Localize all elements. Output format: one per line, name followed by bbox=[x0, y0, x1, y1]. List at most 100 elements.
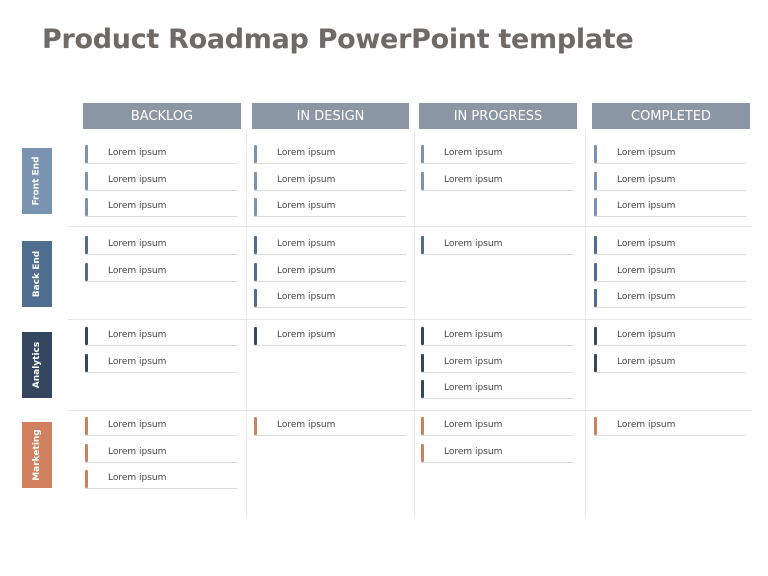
task-marker bbox=[254, 145, 257, 163]
task-marker bbox=[254, 417, 257, 435]
task-text: Lorem ipsum bbox=[277, 292, 336, 302]
task-item[interactable]: Lorem ipsum bbox=[254, 417, 406, 436]
task-marker bbox=[85, 236, 88, 254]
task-marker bbox=[85, 171, 88, 190]
task-marker bbox=[85, 417, 88, 435]
task-marker bbox=[421, 443, 424, 462]
row-divider bbox=[68, 410, 752, 411]
row-divider bbox=[68, 226, 752, 227]
task-item[interactable]: Lorem ipsum bbox=[594, 327, 746, 346]
task-marker bbox=[594, 236, 597, 254]
task-item[interactable]: Lorem ipsum bbox=[85, 171, 237, 191]
task-item[interactable]: Lorem ipsum bbox=[421, 443, 573, 463]
column-divider bbox=[246, 129, 247, 517]
task-text: Lorem ipsum bbox=[617, 239, 676, 249]
task-item[interactable]: Lorem ipsum bbox=[85, 262, 237, 282]
task-text: Lorem ipsum bbox=[108, 265, 167, 276]
task-item[interactable]: Lorem ipsum bbox=[594, 198, 746, 217]
task-text: Lorem ipsum bbox=[617, 330, 676, 340]
row-divider bbox=[68, 319, 752, 320]
task-marker bbox=[85, 262, 88, 281]
task-marker bbox=[254, 198, 257, 216]
task-marker bbox=[85, 470, 88, 488]
task-item[interactable]: Lorem ipsum bbox=[594, 289, 746, 308]
row-label-text: Analytics bbox=[32, 341, 43, 389]
task-marker bbox=[594, 145, 597, 163]
task-item[interactable]: Lorem ipsum bbox=[594, 262, 746, 282]
task-text: Lorem ipsum bbox=[277, 330, 336, 340]
task-text: Lorem ipsum bbox=[617, 356, 676, 367]
task-item[interactable]: Lorem ipsum bbox=[85, 327, 237, 346]
task-item[interactable]: Lorem ipsum bbox=[85, 417, 237, 436]
task-text: Lorem ipsum bbox=[277, 174, 336, 185]
task-item[interactable]: Lorem ipsum bbox=[254, 262, 406, 282]
task-item[interactable]: Lorem ipsum bbox=[421, 327, 573, 346]
task-marker bbox=[85, 353, 88, 372]
task-text: Lorem ipsum bbox=[617, 148, 676, 158]
task-item[interactable]: Lorem ipsum bbox=[594, 417, 746, 436]
task-item[interactable]: Lorem ipsum bbox=[254, 327, 406, 346]
task-marker bbox=[85, 198, 88, 216]
task-marker bbox=[421, 236, 424, 254]
task-item[interactable]: Lorem ipsum bbox=[421, 353, 573, 373]
task-text: Lorem ipsum bbox=[277, 265, 336, 276]
task-marker bbox=[421, 327, 424, 345]
task-text: Lorem ipsum bbox=[277, 148, 336, 158]
task-item[interactable]: Lorem ipsum bbox=[421, 380, 573, 399]
row-label-marketing: Marketing bbox=[22, 422, 52, 488]
task-item[interactable]: Lorem ipsum bbox=[85, 236, 237, 255]
task-item[interactable]: Lorem ipsum bbox=[421, 171, 573, 191]
task-item[interactable]: Lorem ipsum bbox=[254, 171, 406, 191]
task-text: Lorem ipsum bbox=[444, 356, 503, 367]
task-item[interactable]: Lorem ipsum bbox=[254, 145, 406, 164]
task-text: Lorem ipsum bbox=[444, 330, 503, 340]
task-text: Lorem ipsum bbox=[277, 201, 336, 211]
task-item[interactable]: Lorem ipsum bbox=[85, 198, 237, 217]
task-text: Lorem ipsum bbox=[617, 420, 676, 430]
task-marker bbox=[594, 353, 597, 372]
row-label-text: Back End bbox=[32, 250, 43, 298]
column-header-completed: COMPLETED bbox=[592, 103, 750, 129]
task-marker bbox=[421, 171, 424, 190]
task-item[interactable]: Lorem ipsum bbox=[421, 145, 573, 164]
task-text: Lorem ipsum bbox=[277, 239, 336, 249]
row-label-text: Marketing bbox=[32, 429, 42, 481]
task-text: Lorem ipsum bbox=[444, 420, 503, 430]
task-text: Lorem ipsum bbox=[444, 446, 503, 457]
task-marker bbox=[254, 327, 257, 345]
task-text: Lorem ipsum bbox=[108, 446, 167, 457]
task-marker bbox=[254, 236, 257, 254]
column-header-backlog: BACKLOG bbox=[83, 103, 241, 129]
task-item[interactable]: Lorem ipsum bbox=[594, 145, 746, 164]
task-text: Lorem ipsum bbox=[277, 420, 336, 430]
row-label-front-end: Front End bbox=[22, 148, 52, 214]
task-marker bbox=[85, 145, 88, 163]
task-text: Lorem ipsum bbox=[108, 201, 167, 211]
task-item[interactable]: Lorem ipsum bbox=[254, 236, 406, 255]
task-marker bbox=[594, 171, 597, 190]
task-item[interactable]: Lorem ipsum bbox=[421, 417, 573, 436]
task-marker bbox=[421, 353, 424, 372]
task-item[interactable]: Lorem ipsum bbox=[594, 236, 746, 255]
task-item[interactable]: Lorem ipsum bbox=[594, 171, 746, 191]
task-item[interactable]: Lorem ipsum bbox=[254, 198, 406, 217]
task-item[interactable]: Lorem ipsum bbox=[594, 353, 746, 373]
column-header-in-progress: IN PROGRESS bbox=[419, 103, 577, 129]
task-text: Lorem ipsum bbox=[444, 383, 503, 393]
task-marker bbox=[594, 327, 597, 345]
task-text: Lorem ipsum bbox=[617, 265, 676, 276]
task-marker bbox=[421, 417, 424, 435]
task-marker bbox=[594, 262, 597, 281]
task-item[interactable]: Lorem ipsum bbox=[421, 236, 573, 255]
task-item[interactable]: Lorem ipsum bbox=[85, 443, 237, 463]
task-text: Lorem ipsum bbox=[444, 239, 503, 249]
column-divider bbox=[585, 129, 586, 517]
task-item[interactable]: Lorem ipsum bbox=[85, 145, 237, 164]
task-text: Lorem ipsum bbox=[108, 148, 167, 158]
column-header-in-design: IN DESIGN bbox=[252, 103, 409, 129]
task-item[interactable]: Lorem ipsum bbox=[85, 353, 237, 373]
task-item[interactable]: Lorem ipsum bbox=[85, 470, 237, 489]
column-divider bbox=[414, 129, 415, 517]
task-text: Lorem ipsum bbox=[108, 174, 167, 185]
task-item[interactable]: Lorem ipsum bbox=[254, 289, 406, 308]
